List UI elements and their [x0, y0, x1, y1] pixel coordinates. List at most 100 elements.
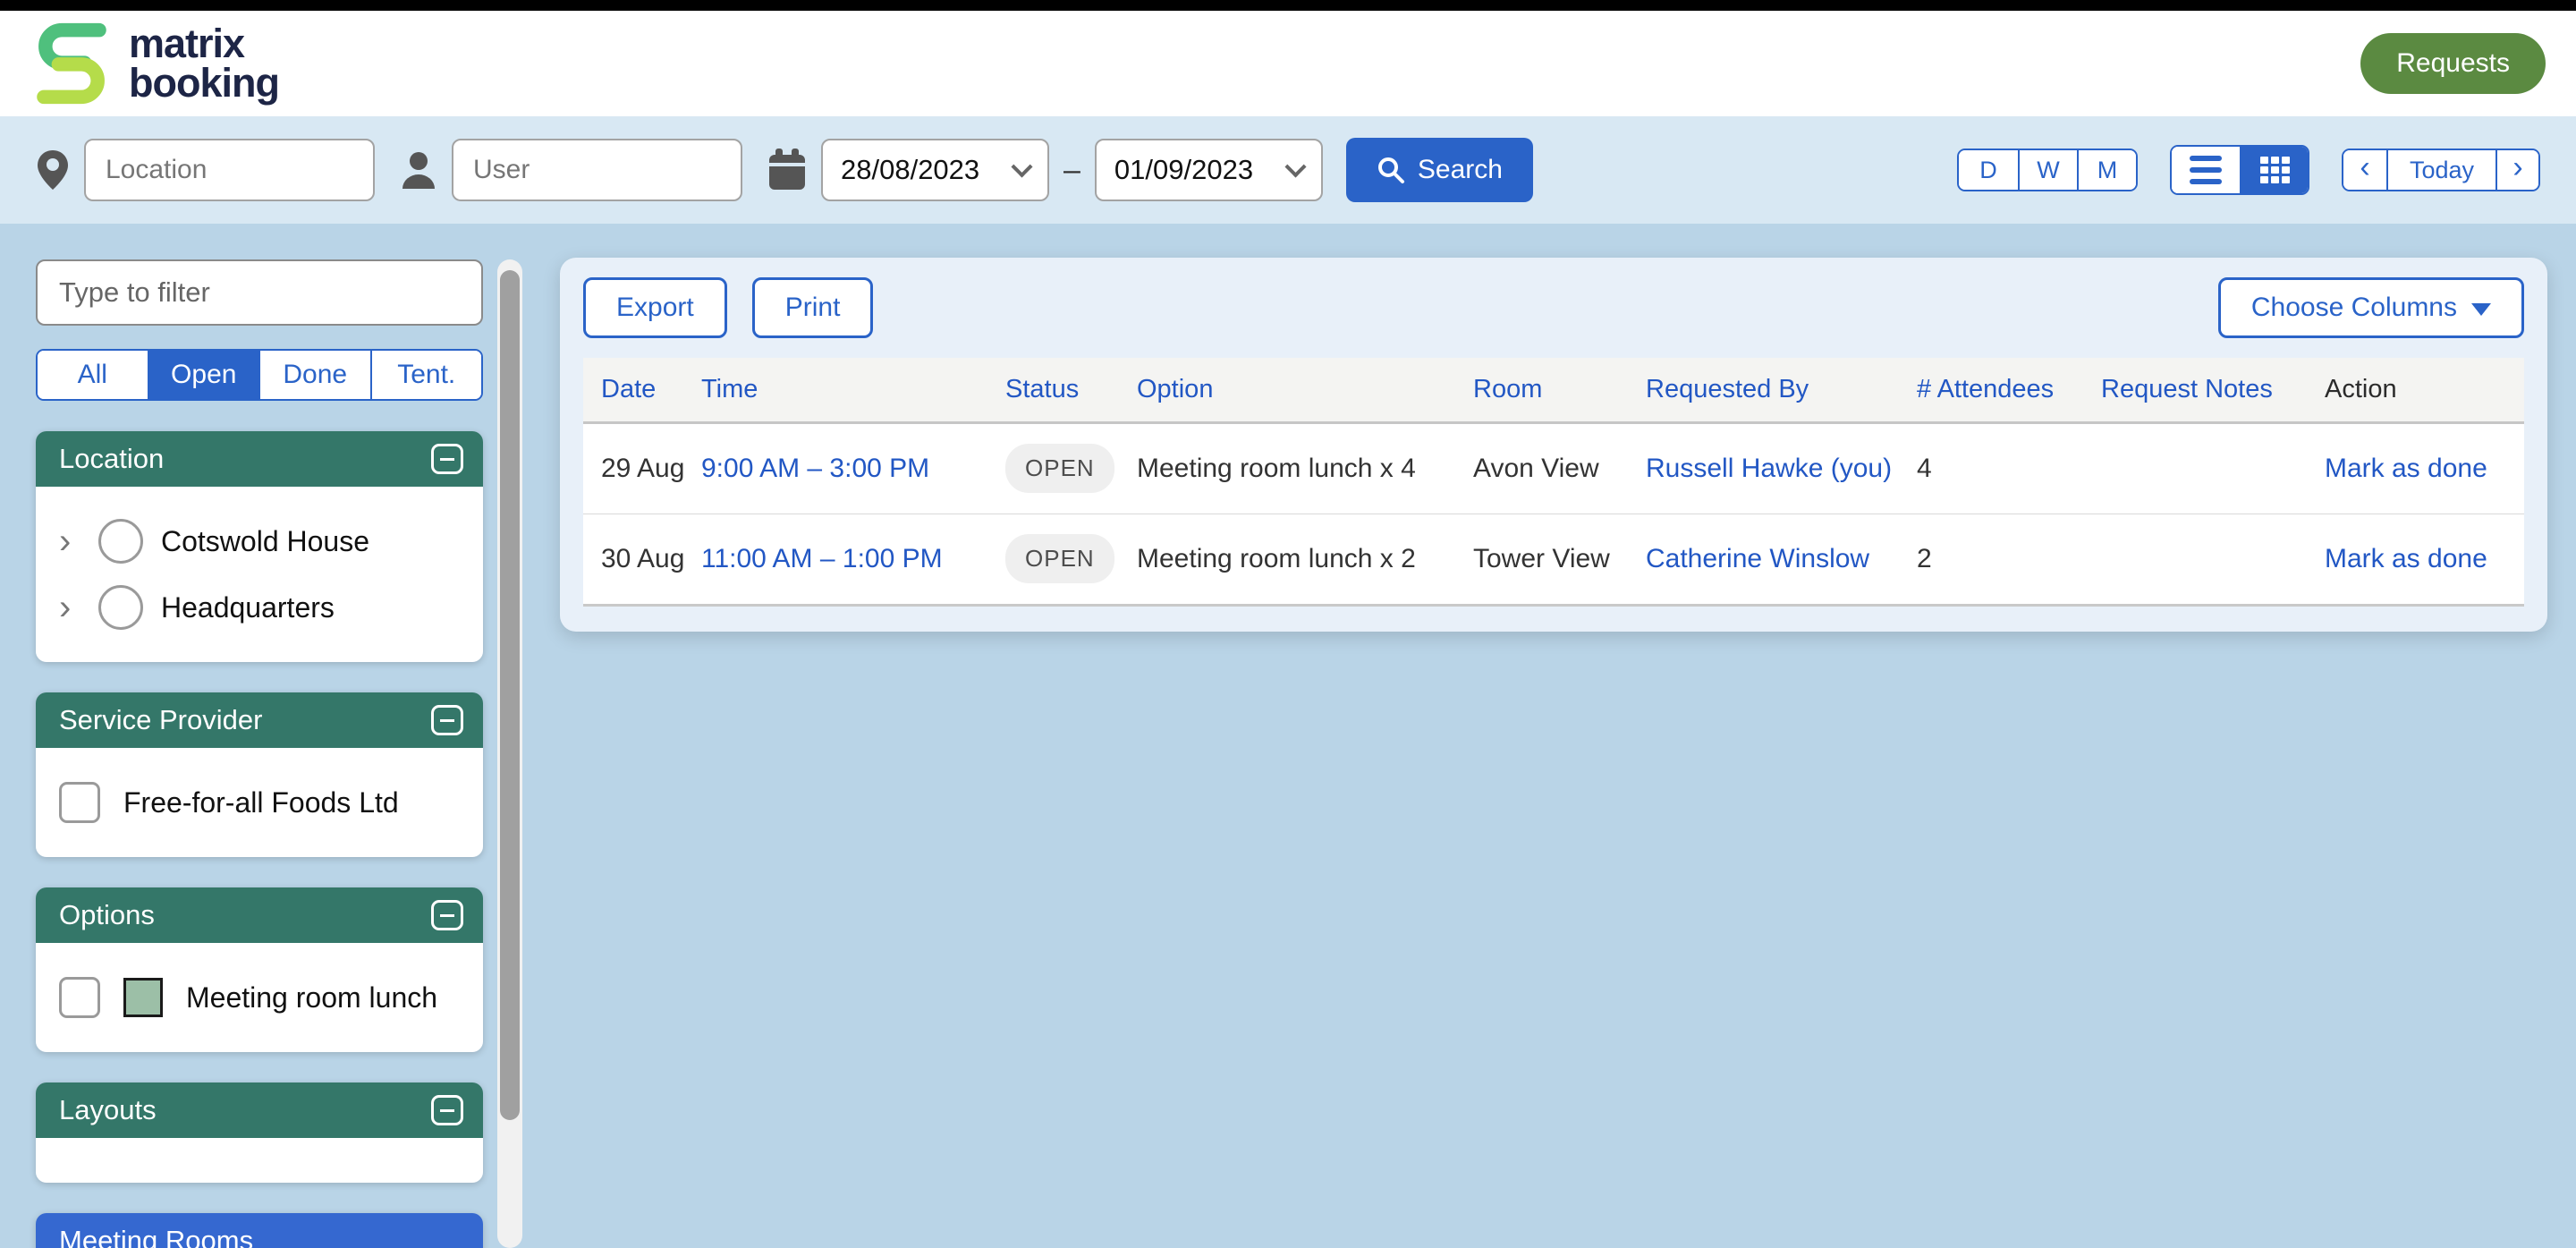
cell-action: Mark as done — [2325, 514, 2524, 605]
search-icon — [1377, 156, 1405, 184]
cell-status: OPEN — [1005, 514, 1137, 605]
location-item-headquarters[interactable]: › Headquarters — [59, 574, 460, 641]
section-title: Layouts — [59, 1094, 157, 1126]
option-checkbox[interactable] — [59, 977, 100, 1018]
today-button[interactable]: Today — [2386, 150, 2496, 190]
location-radio[interactable] — [98, 519, 143, 564]
location-item-cotswold-house[interactable]: › Cotswold House — [59, 508, 460, 574]
date-to-value: 01/09/2023 — [1114, 154, 1288, 186]
location-radio[interactable] — [98, 585, 143, 630]
tab-all[interactable]: All — [38, 351, 148, 399]
list-view-button[interactable] — [2172, 147, 2240, 193]
cell-date: 29 Aug — [583, 422, 701, 514]
column-header-status[interactable]: Status — [1005, 358, 1137, 422]
column-header-request-notes[interactable]: Request Notes — [2101, 358, 2325, 422]
column-header-action: Action — [2325, 358, 2524, 422]
cell-status: OPEN — [1005, 422, 1137, 514]
chevron-down-icon — [1011, 156, 1032, 177]
time-link[interactable]: 11:00 AM – 1:00 PM — [701, 544, 943, 573]
service-provider-label: Free-for-all Foods Ltd — [123, 786, 399, 819]
column-header-attendees[interactable]: # Attendees — [1917, 358, 2101, 422]
collapse-minus-icon[interactable] — [431, 705, 463, 735]
choose-columns-button[interactable]: Choose Columns — [2218, 277, 2524, 338]
collapse-minus-icon[interactable] — [431, 1095, 463, 1125]
cell-requested-by: Russell Hawke (you) — [1646, 422, 1917, 514]
sidebar-filter-input[interactable] — [36, 259, 483, 326]
list-icon — [2190, 156, 2222, 184]
day-view-button[interactable]: D — [1959, 150, 2018, 190]
choose-columns-label: Choose Columns — [2251, 293, 2457, 323]
tab-tentative[interactable]: Tent. — [370, 351, 482, 399]
cell-attendees: 4 — [1917, 422, 2101, 514]
expand-chevron-icon[interactable]: › — [59, 528, 80, 555]
collapse-minus-icon[interactable] — [431, 900, 463, 930]
next-period-button[interactable]: › — [2496, 150, 2538, 190]
cell-time: 9:00 AM – 3:00 PM — [701, 422, 1005, 514]
location-section-header[interactable]: Location — [36, 431, 483, 487]
column-header-option[interactable]: Option — [1137, 358, 1473, 422]
layouts-section: Layouts — [36, 1082, 483, 1183]
matrix-booking-logo[interactable]: matrix booking — [30, 17, 279, 110]
section-title: Service Provider — [59, 704, 262, 736]
status-badge: OPEN — [1005, 444, 1114, 493]
requested-by-link[interactable]: Catherine Winslow — [1646, 544, 1869, 573]
location-section: Location › Cotswold House › Headquarters — [36, 431, 483, 662]
calendar-icon — [767, 149, 807, 191]
sidebar-scrollbar-track[interactable] — [497, 259, 522, 1248]
column-header-requested-by[interactable]: Requested By — [1646, 358, 1917, 422]
options-section-header[interactable]: Options — [36, 887, 483, 943]
cell-time: 11:00 AM – 1:00 PM — [701, 514, 1005, 605]
grid-view-button[interactable] — [2240, 147, 2308, 193]
option-color-swatch — [123, 978, 163, 1017]
status-tabs: All Open Done Tent. — [36, 349, 483, 401]
month-view-button[interactable]: M — [2077, 150, 2136, 190]
location-label: Cotswold House — [161, 525, 369, 558]
table-row: 30 Aug 11:00 AM – 1:00 PM OPEN Meeting r… — [583, 514, 2524, 605]
week-view-button[interactable]: W — [2018, 150, 2077, 190]
location-pin-icon — [36, 149, 70, 191]
meeting-rooms-section-header[interactable]: Meeting Rooms — [36, 1213, 483, 1248]
column-header-room[interactable]: Room — [1473, 358, 1646, 422]
sidebar-scrollbar-thumb[interactable] — [500, 270, 520, 1120]
column-header-time[interactable]: Time — [701, 358, 1005, 422]
user-input[interactable] — [452, 139, 742, 201]
time-link[interactable]: 9:00 AM – 3:00 PM — [701, 454, 929, 483]
service-provider-section: Service Provider Free-for-all Foods Ltd — [36, 692, 483, 857]
tab-open[interactable]: Open — [148, 351, 259, 399]
export-button[interactable]: Export — [583, 277, 727, 338]
layouts-section-header[interactable]: Layouts — [36, 1082, 483, 1138]
requests-button[interactable]: Requests — [2360, 33, 2546, 94]
search-button[interactable]: Search — [1346, 138, 1533, 202]
date-nav-group: ‹ Today › — [2342, 149, 2540, 191]
user-icon — [400, 149, 437, 191]
service-provider-section-header[interactable]: Service Provider — [36, 692, 483, 748]
print-button[interactable]: Print — [752, 277, 874, 338]
collapse-minus-icon[interactable] — [431, 444, 463, 474]
expand-chevron-icon[interactable]: › — [59, 594, 80, 621]
logo-mark-icon — [30, 17, 113, 110]
option-item-meeting-room-lunch[interactable]: Meeting room lunch — [59, 964, 460, 1031]
date-from-select[interactable]: 28/08/2023 — [821, 139, 1049, 201]
table-row: 29 Aug 9:00 AM – 3:00 PM OPEN Meeting ro… — [583, 422, 2524, 514]
view-mode-toggle — [2170, 145, 2309, 195]
column-header-date[interactable]: Date — [583, 358, 701, 422]
date-to-select[interactable]: 01/09/2023 — [1095, 139, 1323, 201]
mark-as-done-link[interactable]: Mark as done — [2325, 454, 2487, 483]
location-label: Headquarters — [161, 591, 335, 624]
logo-text: matrix booking — [129, 24, 279, 103]
requested-by-link[interactable]: Russell Hawke (you) — [1646, 454, 1892, 483]
location-input[interactable] — [84, 139, 375, 201]
service-provider-checkbox[interactable] — [59, 782, 100, 823]
section-title: Location — [59, 443, 164, 475]
cell-option: Meeting room lunch x 4 — [1137, 422, 1473, 514]
search-button-label: Search — [1418, 155, 1503, 185]
tab-done[interactable]: Done — [258, 351, 370, 399]
cell-request-notes — [2101, 514, 2325, 605]
previous-period-button[interactable]: ‹ — [2343, 150, 2386, 190]
app-header: matrix booking Requests — [0, 11, 2576, 116]
cell-room: Avon View — [1473, 422, 1646, 514]
date-range-separator: – — [1063, 153, 1080, 188]
mark-as-done-link[interactable]: Mark as done — [2325, 544, 2487, 573]
cell-date: 30 Aug — [583, 514, 701, 605]
service-provider-item[interactable]: Free-for-all Foods Ltd — [59, 769, 460, 836]
